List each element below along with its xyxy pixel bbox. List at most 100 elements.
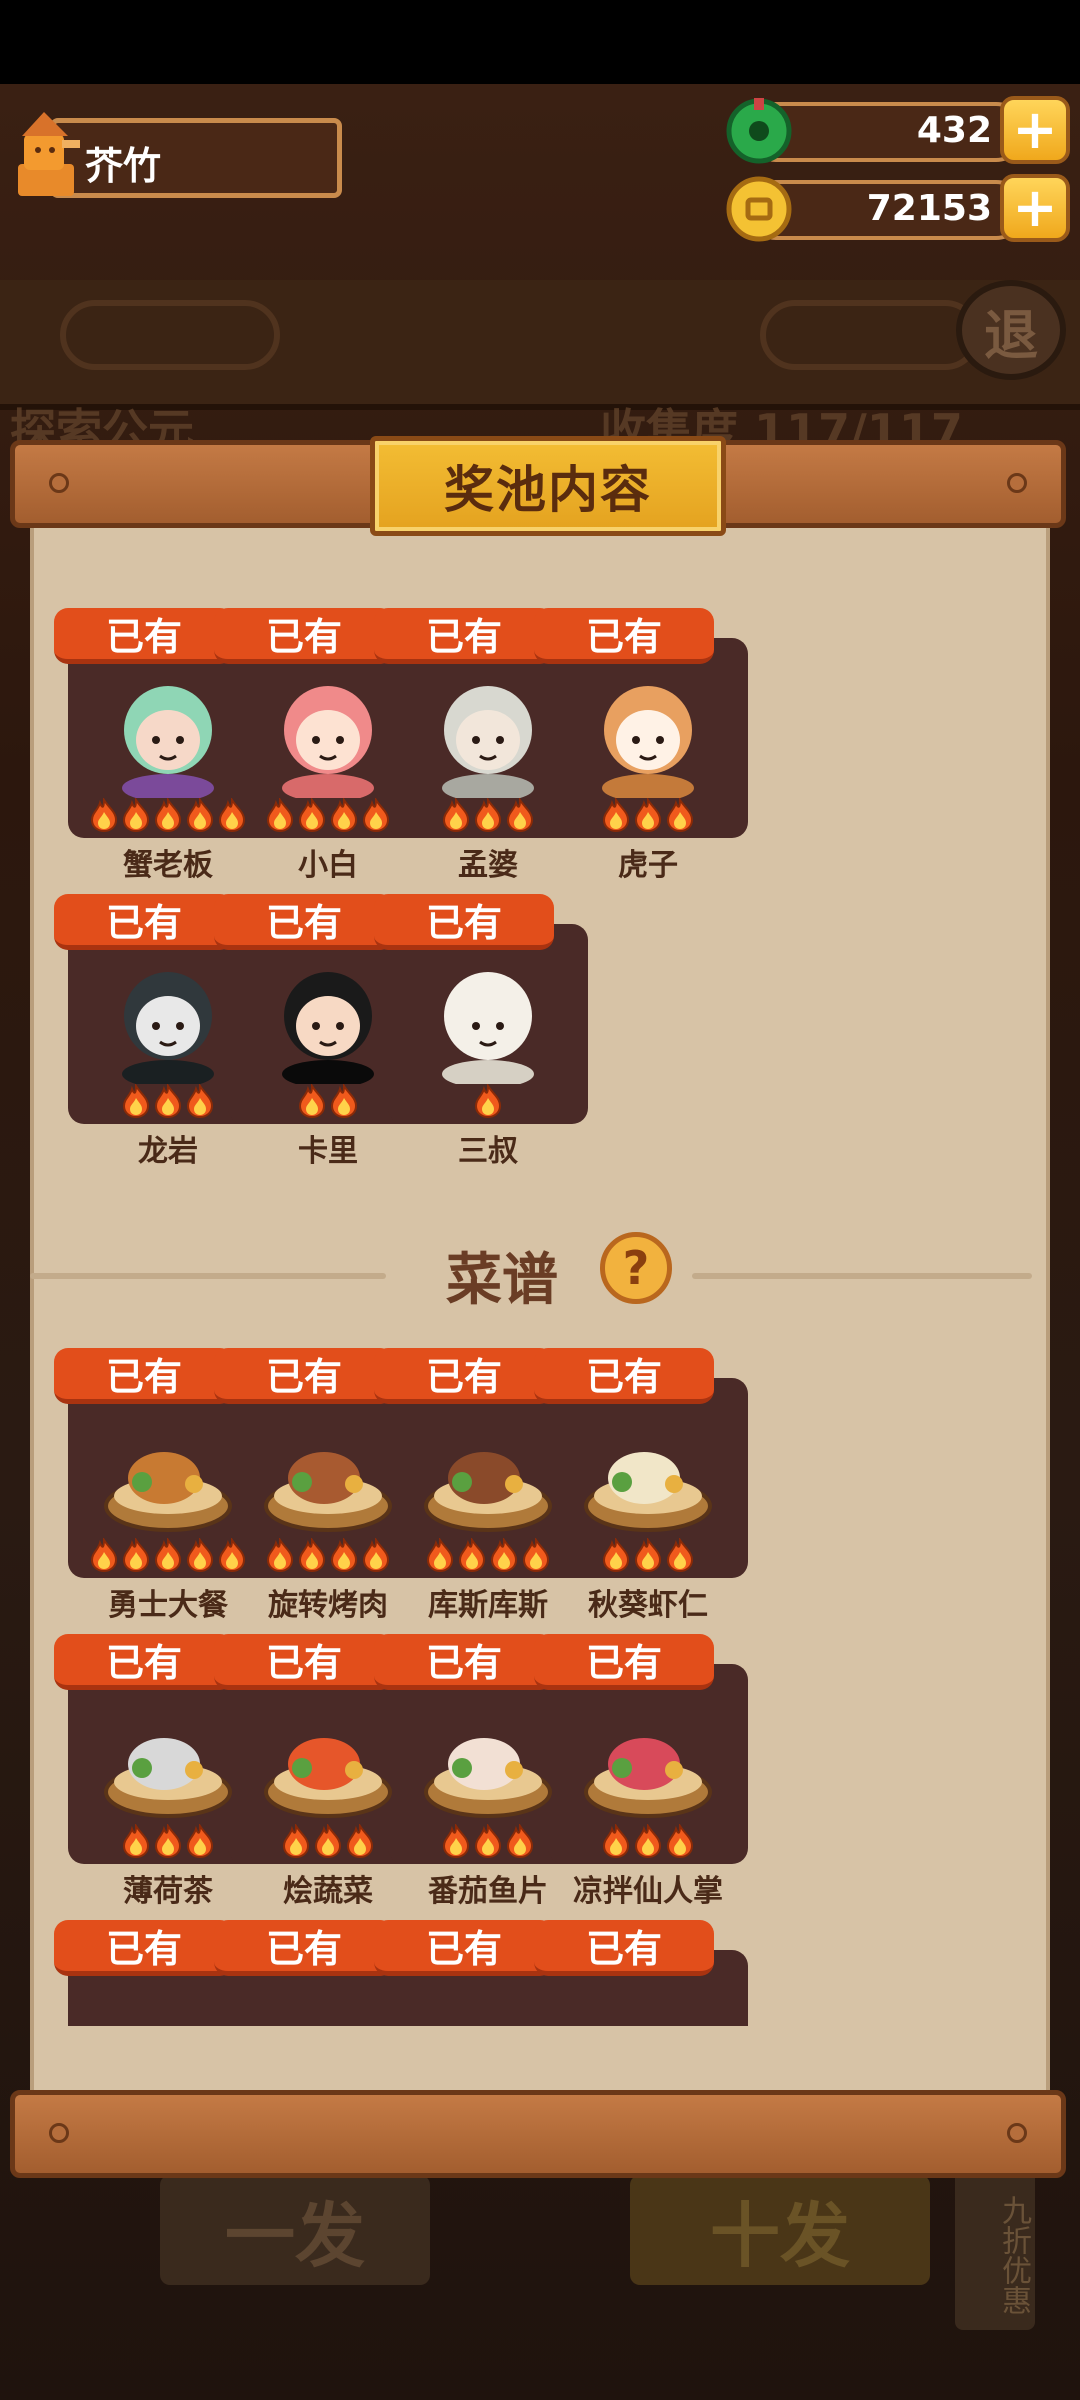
flame-star-icon [362,798,390,832]
flame-star-icon [346,1824,374,1858]
flame-star-icon [186,1538,214,1572]
background-ornament [760,300,980,370]
owned-badge: 已有 [214,608,394,664]
owned-badge: 已有 [54,1920,234,1976]
flame-star-icon [666,798,694,832]
character-portrait-icon [602,686,694,798]
flame-star-icon [666,1538,694,1572]
owned-badge: 已有 [534,1348,714,1404]
recipes-help-button[interactable]: ? [600,1232,672,1304]
flame-star-icon [458,1538,486,1572]
owned-badge: 已有 [214,1920,394,1976]
flame-star-icon [90,1538,118,1572]
flame-star-icon [154,1538,182,1572]
owned-badge: 已有 [374,1348,554,1404]
rarity-flames [548,798,748,834]
owned-badge: 已有 [374,1920,554,1976]
dish-icon [424,1738,552,1818]
player-avatar-icon[interactable] [4,104,86,200]
flame-star-icon [154,1824,182,1858]
flame-star-icon [634,1824,662,1858]
owned-badge: 已有 [214,894,394,950]
recipe-name: 凉拌仙人掌 [573,1874,723,1909]
flame-star-icon [154,1084,182,1118]
flame-star-icon [154,798,182,832]
flame-star-icon [506,798,534,832]
owned-badge: 已有 [534,1920,714,1976]
owned-badge: 已有 [54,1634,234,1690]
flame-star-icon [298,798,326,832]
owned-badge: 已有 [214,1634,394,1690]
recipes-section-title: 菜谱 [446,1248,558,1313]
flame-star-icon [314,1824,342,1858]
flame-star-icon [266,798,294,832]
flame-star-icon [522,1538,550,1572]
draw-ten-button[interactable]: 十发 [630,2175,930,2285]
flame-star-icon [474,798,502,832]
flame-star-icon [186,1824,214,1858]
rarity-flames [548,1538,748,1574]
panel-title: 奖池内容 [444,461,652,519]
discount-tag: 九折优惠 [955,2170,1035,2330]
character-portrait-icon [442,972,534,1084]
flame-star-icon [186,798,214,832]
owned-badge: 已有 [534,1634,714,1690]
flame-star-icon [666,1824,694,1858]
character-name: 虎子 [618,848,678,883]
dish-icon [584,1738,712,1818]
flame-star-icon [602,798,630,832]
flame-star-icon [442,798,470,832]
nail-decoration [49,2123,69,2143]
dish-icon [104,1452,232,1532]
recipe-name: 秋葵虾仁 [588,1588,708,1623]
flame-star-icon [634,798,662,832]
flame-star-icon [122,1824,150,1858]
player-name: 芥竹 [85,144,162,188]
flame-star-icon [330,1084,358,1118]
background-ornament [60,300,280,370]
jade-value: 432 [916,110,992,151]
flame-star-icon [634,1538,662,1572]
character-name: 三叔 [458,1134,518,1169]
exit-button[interactable]: 退 [956,280,1066,380]
flame-star-icon [474,1084,502,1118]
flame-star-icon [602,1824,630,1858]
rarity-flames [388,1084,588,1120]
card-scroll-area[interactable]: 已有 蟹老板 已有 小白 已有 孟婆 已有 虎子 已有 龙岩 已有 卡里 已有 三叔 已有 勇士大餐 已有 旋转烤… [30,526,1050,2026]
dish-icon [424,1452,552,1532]
coins-value: 72153 [866,188,992,229]
character-portrait-icon [122,972,214,1084]
draw-one-button[interactable]: 一发 [160,2175,430,2285]
flame-star-icon [122,1538,150,1572]
flame-star-icon [298,1084,326,1118]
panel-bottom-plank [10,2090,1066,2178]
flame-star-icon [298,1538,326,1572]
character-portrait-icon [282,972,374,1084]
section-divider-right [692,1273,1032,1279]
flame-star-icon [122,1084,150,1118]
dish-icon [584,1452,712,1532]
flame-star-icon [362,1538,390,1572]
flame-star-icon [474,1824,502,1858]
add-jade-button[interactable]: + [1000,96,1070,164]
owned-badge: 已有 [374,894,554,950]
flame-star-icon [186,1084,214,1118]
flame-star-icon [330,798,358,832]
rarity-flames [548,1824,748,1860]
owned-badge: 已有 [54,1348,234,1404]
flame-star-icon [442,1824,470,1858]
character-portrait-icon [442,686,534,798]
flame-star-icon [282,1824,310,1858]
character-portrait-icon [282,686,374,798]
flame-star-icon [330,1538,358,1572]
owned-badge: 已有 [54,608,234,664]
add-coins-button[interactable]: + [1000,174,1070,242]
owned-badge: 已有 [534,608,714,664]
flame-star-icon [90,798,118,832]
flame-star-icon [266,1538,294,1572]
panel-title-plaque: 奖池内容 [370,436,726,536]
flame-star-icon [506,1824,534,1858]
flame-star-icon [490,1538,518,1572]
flame-star-icon [602,1538,630,1572]
nail-decoration [1007,2123,1027,2143]
